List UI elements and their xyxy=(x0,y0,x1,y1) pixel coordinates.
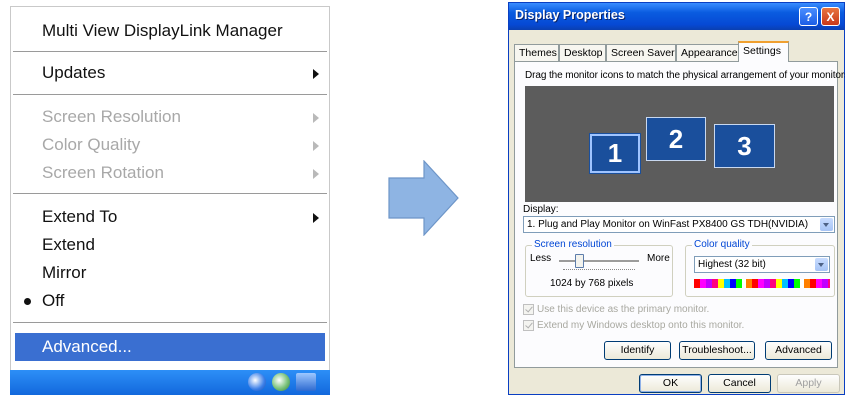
menu-separator xyxy=(13,322,327,324)
menu-item-off[interactable]: Off xyxy=(11,287,329,315)
menu-separator xyxy=(13,94,327,96)
screen-resolution-label: Screen resolution xyxy=(532,239,614,250)
cancel-button[interactable]: Cancel xyxy=(708,374,771,393)
more-label: More xyxy=(647,253,670,264)
resolution-slider[interactable] xyxy=(559,260,639,263)
display-select[interactable]: 1. Plug and Play Monitor on WinFast PX84… xyxy=(523,216,835,233)
help-button[interactable]: ? xyxy=(799,7,818,26)
primary-monitor-label: Use this device as the primary monitor. xyxy=(537,304,710,315)
screen-resolution-group: Screen resolution Less More 1024 by 768 … xyxy=(525,239,673,297)
right-arrow-icon xyxy=(388,160,459,236)
close-button[interactable]: X xyxy=(821,7,840,26)
slider-ticks xyxy=(563,269,635,273)
settings-panel: Drag the monitor icons to match the phys… xyxy=(514,61,845,368)
taskbar-tray xyxy=(10,370,330,395)
display-properties-dialog: Display Properties ? X Themes Desktop Sc… xyxy=(508,2,845,395)
menu-item-screen-resolution: Screen Resolution xyxy=(11,103,329,131)
submenu-arrow-icon xyxy=(313,141,319,151)
extend-desktop-label: Extend my Windows desktop onto this moni… xyxy=(537,320,745,331)
color-quality-select[interactable]: Highest (32 bit) xyxy=(694,256,830,273)
tab-desktop[interactable]: Desktop xyxy=(559,44,606,61)
color-quality-label: Color quality xyxy=(692,239,752,250)
tab-settings[interactable]: Settings xyxy=(738,41,789,62)
dialog-title: Display Properties xyxy=(515,8,625,22)
radio-bullet-icon xyxy=(24,298,31,305)
tab-appearance[interactable]: Appearance xyxy=(676,44,739,61)
monitor-3[interactable]: 3 xyxy=(714,124,775,168)
monitor-arrangement-area: 1 2 3 xyxy=(525,86,834,202)
title-bar[interactable]: Display Properties ? X xyxy=(509,3,844,30)
chevron-down-icon xyxy=(820,218,833,231)
menu-item-extend-to[interactable]: Extend To xyxy=(11,203,329,231)
network-tray-icon[interactable] xyxy=(272,373,290,391)
extend-desktop-checkbox[interactable] xyxy=(523,320,534,331)
monitor-2[interactable]: 2 xyxy=(646,117,706,161)
color-quality-value: Highest (32 bit) xyxy=(698,259,766,270)
display-label: Display: xyxy=(523,204,559,215)
troubleshoot-button[interactable]: Troubleshoot... xyxy=(679,341,755,360)
back-arrow-tray-icon[interactable] xyxy=(248,373,266,391)
submenu-arrow-icon xyxy=(313,69,319,79)
submenu-arrow-icon xyxy=(313,113,319,123)
menu-title[interactable]: Multi View DisplayLink Manager xyxy=(11,17,329,45)
monitor-1[interactable]: 1 xyxy=(589,133,641,174)
instruction-text: Drag the monitor icons to match the phys… xyxy=(525,70,845,81)
identify-button[interactable]: Identify xyxy=(604,341,671,360)
submenu-arrow-icon xyxy=(313,213,319,223)
ok-button[interactable]: OK xyxy=(639,374,702,393)
menu-item-mirror[interactable]: Mirror xyxy=(11,259,329,287)
resolution-value: 1024 by 768 pixels xyxy=(550,278,634,289)
menu-item-color-quality: Color Quality xyxy=(11,131,329,159)
primary-monitor-checkbox[interactable] xyxy=(523,304,534,315)
tab-screen-saver[interactable]: Screen Saver xyxy=(606,44,676,61)
apply-button[interactable]: Apply xyxy=(777,374,840,393)
advanced-button[interactable]: Advanced xyxy=(765,341,832,360)
less-label: Less xyxy=(530,253,552,264)
menu-item-updates[interactable]: Updates xyxy=(11,59,329,87)
menu-item-extend[interactable]: Extend xyxy=(11,231,329,259)
submenu-arrow-icon xyxy=(313,169,319,179)
tab-themes[interactable]: Themes xyxy=(514,44,559,61)
menu-separator xyxy=(13,193,327,195)
context-menu: Multi View DisplayLink Manager Updates S… xyxy=(10,6,330,371)
color-quality-group: Color quality Highest (32 bit) xyxy=(685,239,835,297)
color-quality-preview xyxy=(694,279,830,288)
display-select-value: 1. Plug and Play Monitor on WinFast PX84… xyxy=(527,219,809,230)
menu-item-advanced[interactable]: Advanced... xyxy=(15,333,325,361)
chevron-down-icon xyxy=(815,258,828,271)
display-tray-icon[interactable] xyxy=(296,373,316,391)
menu-separator xyxy=(13,51,327,53)
resolution-slider-thumb[interactable] xyxy=(575,254,584,268)
menu-item-screen-rotation: Screen Rotation xyxy=(11,159,329,187)
